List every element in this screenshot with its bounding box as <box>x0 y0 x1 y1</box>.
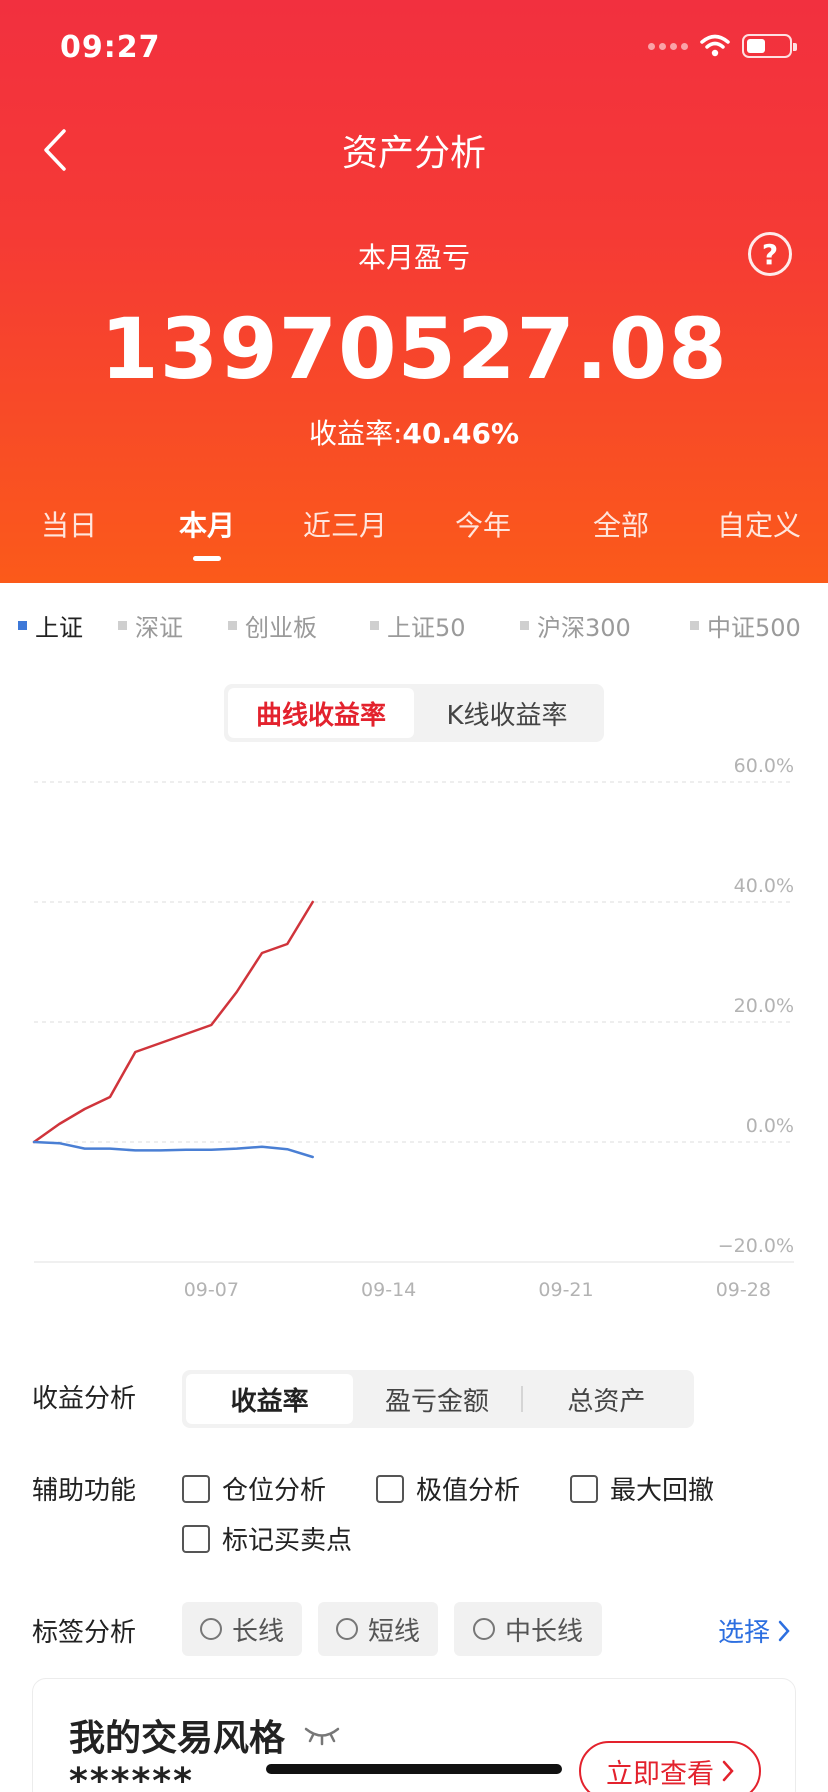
x-tick-label: 09-07 <box>184 1279 239 1301</box>
checkbox-position-analysis[interactable]: 仓位分析 <box>182 1470 326 1507</box>
seg-yield-rate[interactable]: 收益率 <box>186 1374 354 1424</box>
x-tick-label: 09-14 <box>361 1279 416 1301</box>
tab-custom[interactable]: 自定义 <box>690 504 828 564</box>
index-tab-label: 上证 <box>35 614 83 642</box>
masked-style-value: ****** <box>69 1761 194 1792</box>
tab-three-months[interactable]: 近三月 <box>276 504 414 564</box>
header: 09:27 资产分析 本月盈亏 ? 13970527.08 收益率:40.46%… <box>0 0 828 583</box>
checkbox-label: 仓位分析 <box>222 1476 327 1506</box>
checkbox-icon <box>570 1474 598 1503</box>
tab-this-month[interactable]: 本月 <box>138 504 276 564</box>
battery-icon <box>742 34 797 58</box>
index-tabs: 上证 深证 创业板 上证50 沪深300 中证500 <box>0 608 828 648</box>
checkbox-extreme-analysis[interactable]: 极值分析 <box>376 1470 520 1507</box>
index-tab-label: 创业板 <box>245 614 317 642</box>
legend-square-icon <box>118 621 127 630</box>
select-label: 选择 <box>717 1618 770 1648</box>
index-tab-csi500[interactable]: 中证500 <box>690 608 801 643</box>
aux-functions-label: 辅助功能 <box>32 1476 137 1506</box>
checkbox-mark-trades[interactable]: 标记买卖点 <box>182 1520 352 1557</box>
tab-all[interactable]: 全部 <box>552 504 690 564</box>
signal-icon <box>648 42 688 50</box>
seg-pnl-amount[interactable]: 盈亏金额 <box>353 1374 520 1424</box>
status-icons <box>648 34 797 58</box>
pnl-label: 本月盈亏 <box>357 241 470 274</box>
yield-chart: 60.0% 40.0% 20.0% 0.0% −20.0% 09-07 09-14 09-21… <box>0 740 828 1320</box>
wifi-icon <box>700 34 730 57</box>
y-tick-label: 0.0% <box>746 1115 794 1137</box>
radio-icon <box>335 1618 358 1640</box>
pnl-value: 13970527.08 <box>100 300 728 398</box>
chevron-right-icon <box>722 1760 734 1782</box>
seg-total-assets[interactable]: 总资产 <box>523 1374 690 1424</box>
index-tab-label: 中证500 <box>707 614 801 642</box>
legend-square-icon <box>18 621 27 630</box>
period-tabs: 当日 本月 近三月 今年 全部 自定义 <box>0 504 828 564</box>
yield-label: 收益率: <box>308 417 403 450</box>
profit-analysis-label: 收益分析 <box>32 1384 137 1414</box>
toggle-kline-yield[interactable]: K线收益率 <box>414 688 600 738</box>
home-indicator <box>266 1764 562 1774</box>
y-tick-label: 20.0% <box>734 995 794 1017</box>
checkbox-icon <box>182 1474 210 1503</box>
tag-label: 长线 <box>231 1616 284 1647</box>
status-time: 09:27 <box>60 30 161 65</box>
tag-mid-long-term[interactable]: 中长线 <box>454 1602 602 1656</box>
y-tick-label: 60.0% <box>734 755 794 777</box>
tag-label: 短线 <box>367 1616 420 1647</box>
trading-style-title: 我的交易风格 <box>69 1709 341 1761</box>
chart-type-toggle: 曲线收益率 K线收益率 <box>224 684 604 742</box>
select-tags-link[interactable]: 选择 <box>718 1612 790 1649</box>
radio-icon <box>199 1618 222 1640</box>
view-now-button[interactable]: 立即查看 <box>579 1741 761 1792</box>
index-tab-csi300[interactable]: 沪深300 <box>520 608 631 643</box>
radio-icon <box>472 1618 495 1640</box>
legend-square-icon <box>228 621 237 630</box>
page-title: 资产分析 <box>341 133 486 174</box>
index-tab-label: 沪深300 <box>537 614 631 642</box>
x-tick-label: 09-21 <box>538 1279 593 1301</box>
checkbox-label: 极值分析 <box>416 1476 521 1506</box>
tag-label: 中长线 <box>504 1616 583 1647</box>
checkbox-max-drawdown[interactable]: 最大回撤 <box>570 1470 714 1507</box>
legend-square-icon <box>690 621 699 630</box>
index-tab-chinext[interactable]: 创业板 <box>228 608 317 643</box>
trading-style-title-text: 我的交易风格 <box>69 1718 286 1759</box>
checkbox-label: 标记买卖点 <box>222 1526 353 1556</box>
eye-closed-icon[interactable] <box>303 1724 341 1746</box>
tag-short-term[interactable]: 短线 <box>318 1602 438 1656</box>
index-tab-shenzhen[interactable]: 深证 <box>118 608 183 643</box>
tab-this-year[interactable]: 今年 <box>414 504 552 564</box>
legend-square-icon <box>520 621 529 630</box>
tab-today[interactable]: 当日 <box>0 504 138 564</box>
tag-analysis-label: 标签分析 <box>32 1618 137 1648</box>
yield-chart-svg: 60.0% 40.0% 20.0% 0.0% −20.0% 09-07 09-14 09-21… <box>32 755 794 1301</box>
profit-analysis-segment: 收益率 盈亏金额 总资产 <box>182 1370 694 1428</box>
yield-value: 40.46% <box>402 417 520 450</box>
view-now-label: 立即查看 <box>606 1758 714 1790</box>
checkbox-label: 最大回撤 <box>610 1476 715 1506</box>
yield-rate: 收益率:40.46% <box>0 412 828 452</box>
index-tab-label: 上证50 <box>387 614 466 642</box>
y-tick-label: −20.0% <box>718 1235 794 1257</box>
y-tick-label: 40.0% <box>734 875 794 897</box>
trading-style-card: 我的交易风格 ****** 立即查看 <box>32 1678 796 1792</box>
index-tab-sse50[interactable]: 上证50 <box>370 608 466 643</box>
index-yield-line <box>32 1140 314 1159</box>
toggle-curve-yield[interactable]: 曲线收益率 <box>228 688 414 738</box>
legend-square-icon <box>370 621 379 630</box>
index-tab-shanghai[interactable]: 上证 <box>18 608 83 643</box>
checkbox-icon <box>376 1474 404 1503</box>
tag-long-term[interactable]: 长线 <box>182 1602 302 1656</box>
help-icon[interactable]: ? <box>748 232 792 276</box>
index-tab-label: 深证 <box>135 614 183 642</box>
x-tick-label: 09-28 <box>716 1279 771 1301</box>
chevron-right-icon <box>778 1620 790 1641</box>
checkbox-icon <box>182 1524 210 1553</box>
